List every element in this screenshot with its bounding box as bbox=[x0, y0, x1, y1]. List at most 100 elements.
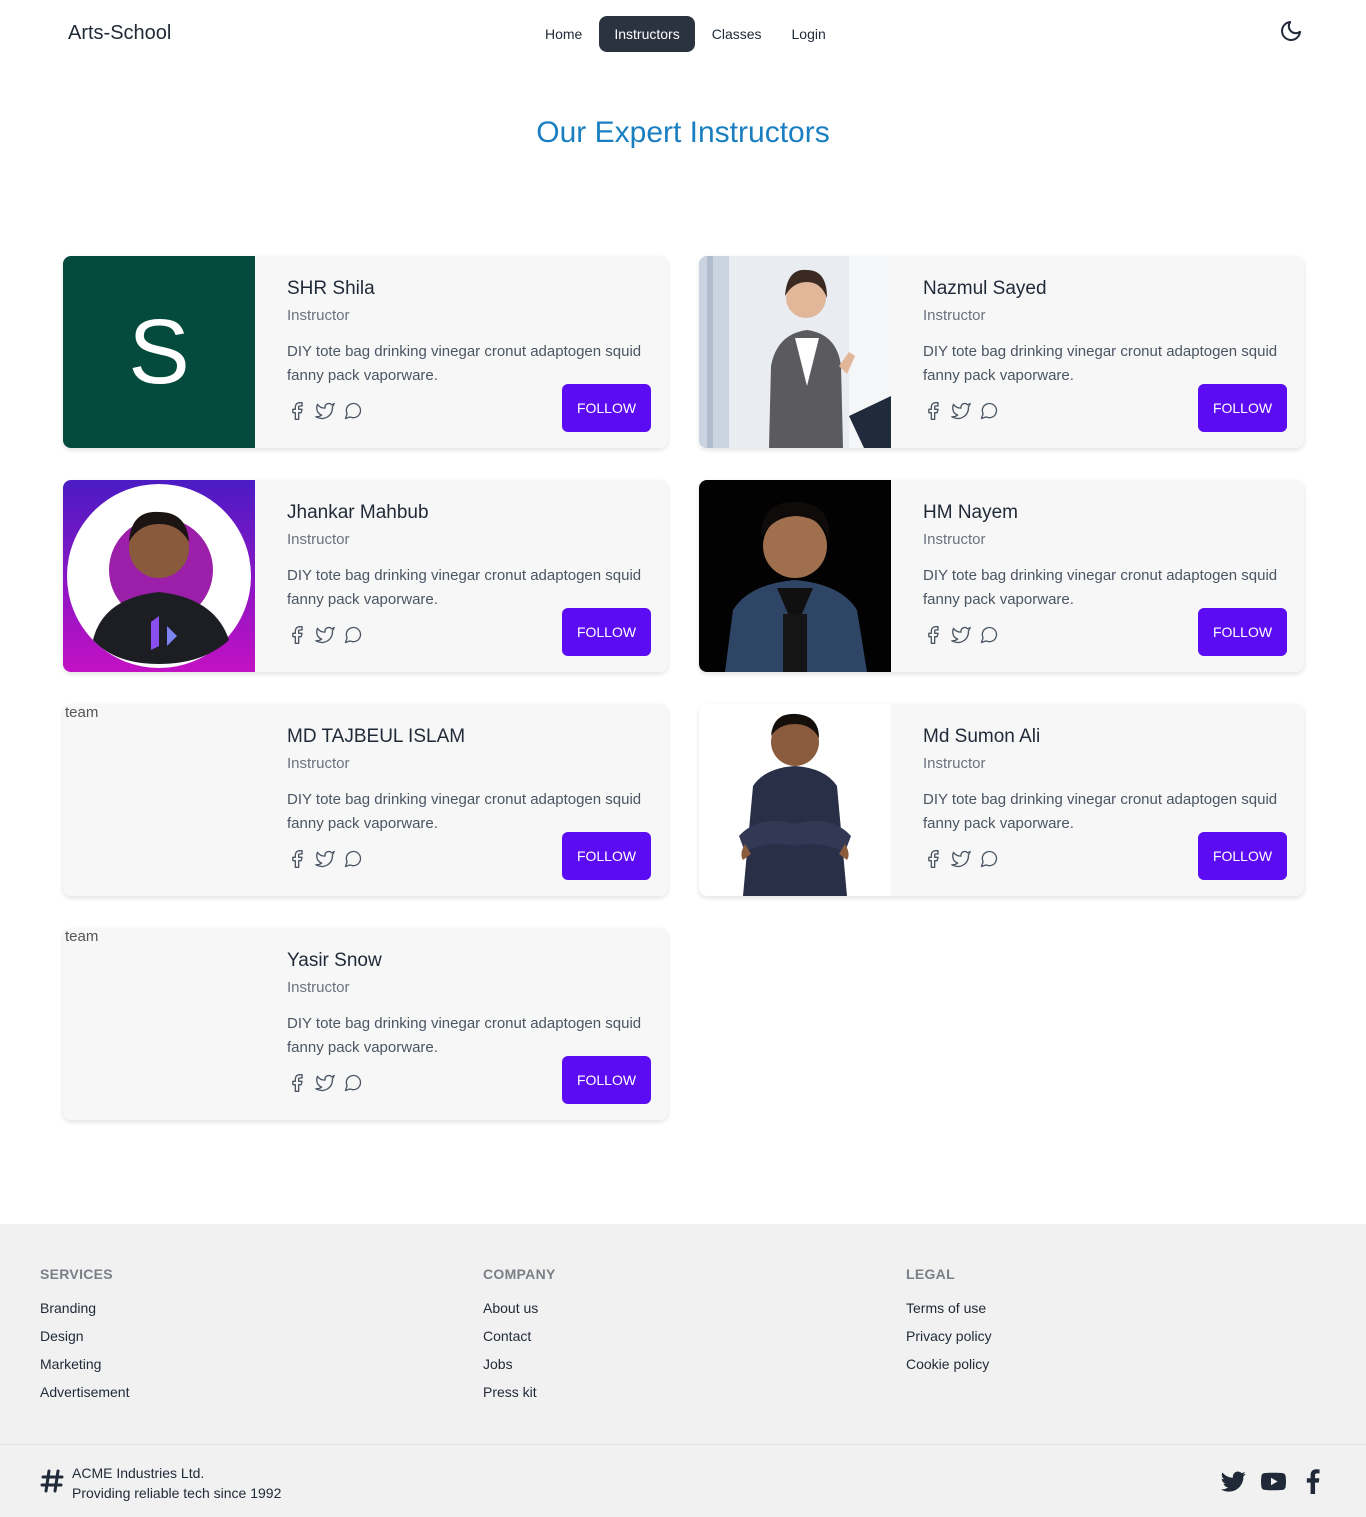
footer-link-press-kit[interactable]: Press kit bbox=[483, 1384, 556, 1401]
instructor-name: HM Nayem bbox=[923, 502, 1019, 523]
instructor-name: Yasir Snow bbox=[287, 950, 382, 971]
twitter-icon[interactable] bbox=[315, 401, 335, 421]
chat-icon[interactable] bbox=[343, 1073, 363, 1093]
footer-link-about[interactable]: About us bbox=[483, 1300, 556, 1317]
footer-heading: COMPANY bbox=[483, 1266, 556, 1282]
footer-legal: LEGAL Terms of use Privacy policy Cookie… bbox=[906, 1266, 992, 1384]
youtube-icon[interactable] bbox=[1260, 1469, 1287, 1494]
moon-icon[interactable] bbox=[1279, 19, 1303, 43]
broken-image-icon: team bbox=[63, 928, 255, 1120]
instructor-social-links bbox=[287, 849, 363, 869]
chat-icon[interactable] bbox=[343, 849, 363, 869]
instructor-photo bbox=[63, 480, 255, 672]
chat-icon[interactable] bbox=[343, 625, 363, 645]
facebook-icon[interactable] bbox=[287, 625, 307, 645]
footer-link-cookie[interactable]: Cookie policy bbox=[906, 1356, 992, 1373]
footer-social-links bbox=[1221, 1469, 1326, 1494]
brand-logo[interactable]: Arts-School bbox=[68, 22, 171, 45]
instructor-photo bbox=[699, 704, 891, 896]
facebook-icon[interactable] bbox=[287, 849, 307, 869]
instructor-card-4: HM Nayem Instructor DIY tote bag drinkin… bbox=[699, 480, 1304, 672]
nav-item-home[interactable]: Home bbox=[532, 16, 595, 52]
instructor-description: DIY tote bag drinking vinegar cronut ada… bbox=[923, 567, 1278, 608]
instructor-social-links bbox=[287, 625, 363, 645]
footer-company: COMPANY About us Contact Jobs Press kit bbox=[483, 1266, 556, 1412]
nav-item-login[interactable]: Login bbox=[779, 16, 839, 52]
facebook-icon[interactable] bbox=[923, 625, 943, 645]
company-tagline: Providing reliable tech since 1992 bbox=[72, 1485, 282, 1501]
image-alt-text: team bbox=[65, 704, 99, 721]
instructor-description: DIY tote bag drinking vinegar cronut ada… bbox=[923, 343, 1278, 384]
twitter-icon[interactable] bbox=[315, 625, 335, 645]
footer-link-advertisement[interactable]: Advertisement bbox=[40, 1384, 129, 1401]
instructor-social-links bbox=[287, 401, 363, 421]
footer: SERVICES Branding Design Marketing Adver… bbox=[0, 1224, 1366, 1517]
instructor-social-links bbox=[923, 625, 999, 645]
instructor-social-links bbox=[923, 849, 999, 869]
follow-button[interactable]: FOLLOW bbox=[1198, 608, 1287, 656]
nav-item-classes[interactable]: Classes bbox=[699, 16, 775, 52]
footer-heading: SERVICES bbox=[40, 1266, 113, 1282]
instructor-social-links bbox=[923, 401, 999, 421]
twitter-icon[interactable] bbox=[315, 1073, 335, 1093]
instructor-photo bbox=[699, 256, 891, 448]
instructor-description: DIY tote bag drinking vinegar cronut ada… bbox=[287, 1015, 642, 1056]
instructor-name: Nazmul Sayed bbox=[923, 278, 1047, 299]
instructor-card-2: Nazmul Sayed Instructor DIY tote bag dri… bbox=[699, 256, 1304, 448]
instructor-photo: S bbox=[63, 256, 255, 448]
hash-logo-icon bbox=[40, 1469, 64, 1493]
instructor-role: Instructor bbox=[923, 755, 986, 772]
company-info: ACME Industries Ltd. Providing reliable … bbox=[72, 1463, 281, 1503]
facebook-icon[interactable] bbox=[1301, 1469, 1326, 1494]
instructor-card-6: Md Sumon Ali Instructor DIY tote bag dri… bbox=[699, 704, 1304, 896]
twitter-icon[interactable] bbox=[951, 625, 971, 645]
avatar-letter: S bbox=[128, 300, 190, 403]
instructor-description: DIY tote bag drinking vinegar cronut ada… bbox=[287, 567, 642, 608]
instructor-description: DIY tote bag drinking vinegar cronut ada… bbox=[287, 791, 642, 832]
instructor-role: Instructor bbox=[923, 531, 986, 548]
instructor-name: SHR Shila bbox=[287, 278, 375, 299]
follow-button[interactable]: FOLLOW bbox=[562, 608, 651, 656]
footer-link-marketing[interactable]: Marketing bbox=[40, 1356, 129, 1373]
twitter-icon[interactable] bbox=[951, 401, 971, 421]
chat-icon[interactable] bbox=[979, 849, 999, 869]
instructor-card-7: team Yasir Snow Instructor DIY tote bag … bbox=[63, 928, 668, 1120]
company-name: ACME Industries Ltd. bbox=[72, 1465, 205, 1481]
instructor-description: DIY tote bag drinking vinegar cronut ada… bbox=[287, 343, 642, 384]
footer-link-terms[interactable]: Terms of use bbox=[906, 1300, 992, 1317]
footer-link-branding[interactable]: Branding bbox=[40, 1300, 129, 1317]
footer-link-contact[interactable]: Contact bbox=[483, 1328, 556, 1345]
instructor-card-3: Jhankar Mahbub Instructor DIY tote bag d… bbox=[63, 480, 668, 672]
chat-icon[interactable] bbox=[343, 401, 363, 421]
footer-heading: LEGAL bbox=[906, 1266, 955, 1282]
twitter-icon[interactable] bbox=[1221, 1469, 1246, 1494]
nav-item-instructors[interactable]: Instructors bbox=[599, 16, 695, 52]
follow-button[interactable]: FOLLOW bbox=[562, 384, 651, 432]
facebook-icon[interactable] bbox=[923, 849, 943, 869]
chat-icon[interactable] bbox=[979, 401, 999, 421]
instructor-role: Instructor bbox=[287, 755, 350, 772]
facebook-icon[interactable] bbox=[287, 401, 307, 421]
follow-button[interactable]: FOLLOW bbox=[1198, 384, 1287, 432]
instructor-social-links bbox=[287, 1073, 363, 1093]
twitter-icon[interactable] bbox=[951, 849, 971, 869]
instructor-role: Instructor bbox=[287, 307, 350, 324]
footer-link-privacy[interactable]: Privacy policy bbox=[906, 1328, 992, 1345]
follow-button[interactable]: FOLLOW bbox=[1198, 832, 1287, 880]
navbar: Arts-School Home Instructors Classes Log… bbox=[0, 0, 1366, 70]
facebook-icon[interactable] bbox=[923, 401, 943, 421]
instructor-card-5: team MD TAJBEUL ISLAM Instructor DIY tot… bbox=[63, 704, 668, 896]
instructor-name: Jhankar Mahbub bbox=[287, 502, 429, 523]
twitter-icon[interactable] bbox=[315, 849, 335, 869]
footer-link-jobs[interactable]: Jobs bbox=[483, 1356, 556, 1373]
instructor-role: Instructor bbox=[287, 531, 350, 548]
facebook-icon[interactable] bbox=[287, 1073, 307, 1093]
follow-button[interactable]: FOLLOW bbox=[562, 832, 651, 880]
instructor-photo bbox=[699, 480, 891, 672]
footer-services: SERVICES Branding Design Marketing Adver… bbox=[40, 1266, 129, 1412]
instructor-role: Instructor bbox=[923, 307, 986, 324]
follow-button[interactable]: FOLLOW bbox=[562, 1056, 651, 1104]
footer-link-design[interactable]: Design bbox=[40, 1328, 129, 1345]
instructor-description: DIY tote bag drinking vinegar cronut ada… bbox=[923, 791, 1278, 832]
chat-icon[interactable] bbox=[979, 625, 999, 645]
